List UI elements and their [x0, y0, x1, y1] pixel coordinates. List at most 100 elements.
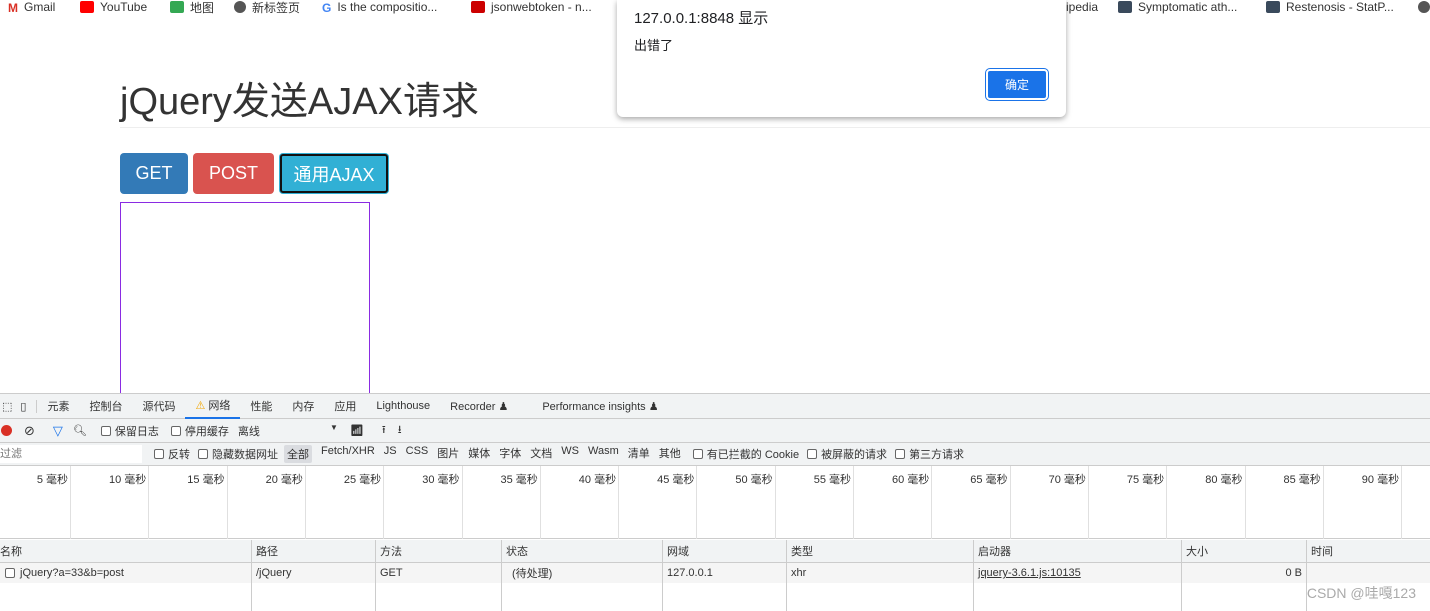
filter-icon[interactable]: ▽ — [53, 423, 63, 439]
google-icon: G — [322, 1, 332, 15]
tab-sources[interactable]: 源代码 — [132, 394, 185, 419]
tab-recorder[interactable]: Recorder ♟ — [440, 394, 518, 419]
alert-dialog: 127.0.0.1:8848 显示 出错了 确定 — [617, 0, 1066, 117]
bookmark-jsonwebtoken[interactable]: jsonwebtoken - n... — [471, 0, 592, 14]
type-filter-6[interactable]: 字体 — [499, 445, 521, 463]
timeline-tick: 85 毫秒 — [1284, 466, 1324, 539]
table-row[interactable]: jQuery?a=33&b=post/jQuery GET (待处理) 127.0.0… — [0, 563, 1430, 583]
type-filter-8[interactable]: WS — [561, 445, 579, 463]
disable-cache-label: 停用缓存 — [184, 425, 229, 438]
column-header[interactable]: 启动器 — [973, 540, 1181, 562]
tab-elements[interactable]: 元素 — [37, 394, 79, 419]
timeline-tick-label: 25 毫秒 — [343, 474, 382, 486]
column-header[interactable]: 方法 — [375, 540, 501, 562]
dialog-title: 127.0.0.1:8848 显示 — [634, 10, 769, 27]
tab-performance-insights[interactable]: Performance insights ♟ — [532, 394, 668, 419]
hide-data-urls-label: 隐藏数据网址 — [212, 449, 278, 461]
column-divider — [786, 583, 787, 611]
tab-memory[interactable]: 内存 — [282, 394, 324, 419]
ajax-button[interactable]: 通用AJAX — [279, 153, 389, 194]
table-cell: 127.0.0.1 — [662, 563, 786, 583]
get-button[interactable]: GET — [120, 153, 188, 194]
divider — [120, 127, 1430, 128]
bookmark-wikipedia[interactable]: ipedia — [1066, 0, 1098, 14]
timeline-tick-label: 85 毫秒 — [1283, 474, 1321, 486]
bookmark-symptomatic[interactable]: Symptomatic ath... — [1118, 0, 1237, 14]
bookmark-youtube[interactable]: YouTube — [80, 0, 147, 14]
bookmark-maps[interactable]: 地图 — [170, 0, 214, 15]
table-cell — [1306, 563, 1430, 583]
invert-label: 反转 — [168, 449, 190, 461]
column-header[interactable]: 类型 — [786, 540, 973, 562]
tab-console[interactable]: 控制台 — [79, 394, 132, 419]
type-filter-1[interactable]: Fetch/XHR — [321, 445, 375, 463]
bookmark-restenosis[interactable]: Restenosis - StatP... — [1266, 0, 1394, 14]
post-button[interactable]: POST — [193, 153, 274, 194]
column-header[interactable]: 网域 — [662, 540, 786, 562]
type-filter-11[interactable]: 其他 — [659, 445, 681, 463]
device-toggle-icon[interactable]: ▯ — [16, 399, 38, 413]
bookmark-gmail[interactable]: M Gmail — [8, 0, 56, 15]
bookmark-label: 新标签页 — [252, 0, 301, 15]
inspect-icon[interactable]: ⬚ — [0, 400, 16, 413]
column-header[interactable]: 状态 — [501, 540, 662, 562]
bookmark-label: Gmail — [24, 0, 56, 14]
export-har-icon[interactable]: ⭳ — [398, 421, 402, 440]
invert-checkbox[interactable] — [154, 449, 164, 459]
column-divider — [501, 583, 502, 611]
tab-network[interactable]: ⚠ 网络 — [185, 394, 241, 419]
type-filter-9[interactable]: Wasm — [588, 445, 619, 463]
blocked-cookies-checkbox[interactable] — [692, 449, 703, 459]
timeline-tick: 50 毫秒 — [735, 466, 776, 539]
timeline-tick-label: 45 毫秒 — [657, 474, 695, 486]
filter-input[interactable] — [0, 445, 142, 463]
network-conditions-icon[interactable]: 📶︎ — [350, 424, 364, 437]
cell-text: jQuery?a=33&b=post — [20, 567, 124, 579]
timeline-overview[interactable]: 5 毫秒 10 毫秒 15 毫秒 20 毫秒 25 毫秒 30 毫秒 35 毫秒 40 毫秒 4… — [0, 466, 1430, 539]
gmail-icon: M — [8, 1, 18, 15]
disable-cache-checkbox[interactable] — [170, 425, 181, 436]
search-icon[interactable]: 🔍︎ — [73, 424, 87, 437]
column-header[interactable]: 大小 — [1181, 540, 1306, 562]
timeline-tick: 25 毫秒 — [344, 466, 385, 539]
tab-application[interactable]: 应用 — [324, 394, 366, 419]
hide-data-urls-checkbox[interactable] — [198, 449, 208, 459]
type-filter-0[interactable]: 全部 — [284, 445, 312, 463]
record-icon[interactable] — [1, 425, 12, 436]
column-header[interactable]: 路径 — [251, 540, 375, 562]
blocked-requests-checkbox[interactable] — [807, 449, 818, 459]
table-header: 名称 路径 方法 状态 网域 类型 启动器 大小 时间 — [0, 540, 1430, 563]
ok-button[interactable]: 确定 — [985, 68, 1049, 101]
type-filter-7[interactable]: 文档 — [530, 445, 552, 463]
bookmark-more[interactable] — [1418, 0, 1430, 14]
table-cell[interactable]: jquery-3.6.1.js:10135 — [973, 563, 1181, 583]
cell-text[interactable]: jquery-3.6.1.js:10135 — [978, 567, 1081, 579]
dialog-message: 出错了 — [634, 38, 674, 53]
tab-performance[interactable]: 性能 — [240, 394, 282, 419]
bookmark-google[interactable]: G Is the compositio... — [322, 0, 437, 15]
preserve-log-checkbox[interactable] — [100, 425, 111, 436]
clear-icon[interactable]: ⊘ — [24, 423, 35, 439]
timeline-tick: 80 毫秒 — [1205, 466, 1246, 539]
column-divider — [1181, 583, 1182, 611]
warning-icon: ⚠ — [195, 399, 206, 412]
bookmark-newtab[interactable]: 新标签页 — [234, 0, 301, 15]
timeline-tick: 10 毫秒 — [109, 466, 150, 539]
import-har-icon[interactable]: ⭱ — [382, 421, 386, 440]
type-filter-4[interactable]: 图片 — [437, 445, 459, 463]
type-filter-10[interactable]: 清单 — [628, 445, 650, 463]
throttle-select[interactable]: 离线 ▼ — [238, 423, 338, 439]
type-filter-2[interactable]: JS — [384, 445, 397, 463]
column-header[interactable]: 名称 — [0, 540, 251, 562]
type-filter-5[interactable]: 媒体 — [468, 445, 490, 463]
table-cell: jQuery?a=33&b=post — [0, 563, 251, 583]
tab-lighthouse[interactable]: Lighthouse — [366, 394, 440, 419]
third-party-checkbox[interactable] — [895, 449, 906, 459]
column-header[interactable]: 时间 — [1306, 540, 1430, 562]
cell-text: (待处理) — [512, 568, 553, 580]
timeline-tick: 75 毫秒 — [1127, 466, 1168, 539]
timeline-tick: 40 毫秒 — [579, 466, 620, 539]
timeline-tick-label: 20 毫秒 — [265, 474, 303, 486]
column-divider — [375, 583, 376, 611]
type-filter-3[interactable]: CSS — [406, 445, 429, 463]
